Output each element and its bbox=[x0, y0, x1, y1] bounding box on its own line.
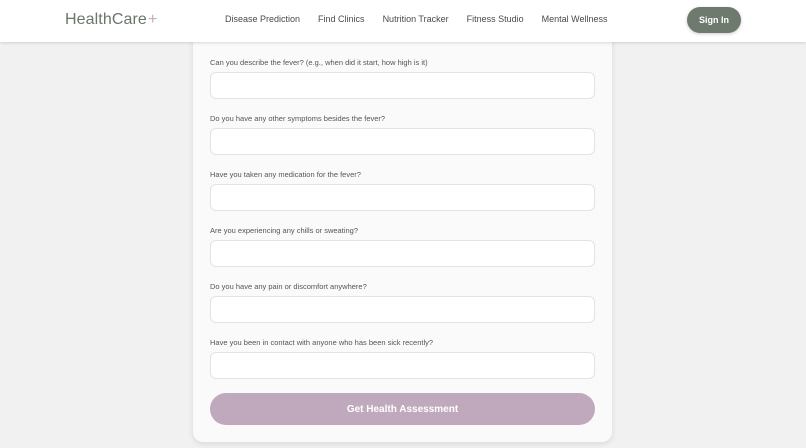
logo-text: HealthCare bbox=[65, 11, 147, 28]
question-label-sick-contact: Have you been in contact with anyone who… bbox=[210, 338, 434, 347]
logo[interactable]: HealthCare+ bbox=[65, 11, 157, 29]
nav-nutrition-tracker[interactable]: Nutrition Tracker bbox=[383, 14, 449, 24]
question-label-chills-sweating: Are you experiencing any chills or sweat… bbox=[210, 226, 358, 235]
nav-find-clinics[interactable]: Find Clinics bbox=[318, 14, 365, 24]
main-nav: Disease Prediction Find Clinics Nutritio… bbox=[225, 14, 608, 24]
medication-input[interactable] bbox=[210, 184, 595, 211]
question-label-other-symptoms: Do you have any other symptoms besides t… bbox=[210, 114, 386, 123]
fever-description-input[interactable] bbox=[210, 72, 595, 99]
pain-discomfort-input[interactable] bbox=[210, 296, 595, 323]
question-label-medication: Have you taken any medication for the fe… bbox=[210, 170, 361, 179]
sick-contact-input[interactable] bbox=[210, 352, 595, 379]
other-symptoms-input[interactable] bbox=[210, 128, 595, 155]
logo-plus-icon: + bbox=[147, 11, 158, 28]
nav-disease-prediction[interactable]: Disease Prediction bbox=[225, 14, 300, 24]
get-health-assessment-button[interactable]: Get Health Assessment bbox=[210, 393, 595, 425]
question-label-pain-discomfort: Do you have any pain or discomfort anywh… bbox=[210, 282, 367, 291]
question-label-fever-description: Can you describe the fever? (e.g., when … bbox=[210, 58, 428, 67]
top-navbar: HealthCare+ Disease Prediction Find Clin… bbox=[0, 0, 806, 42]
nav-fitness-studio[interactable]: Fitness Studio bbox=[467, 14, 524, 24]
sign-in-button[interactable]: Sign In bbox=[687, 7, 741, 33]
nav-mental-wellness[interactable]: Mental Wellness bbox=[542, 14, 608, 24]
chills-sweating-input[interactable] bbox=[210, 240, 595, 267]
